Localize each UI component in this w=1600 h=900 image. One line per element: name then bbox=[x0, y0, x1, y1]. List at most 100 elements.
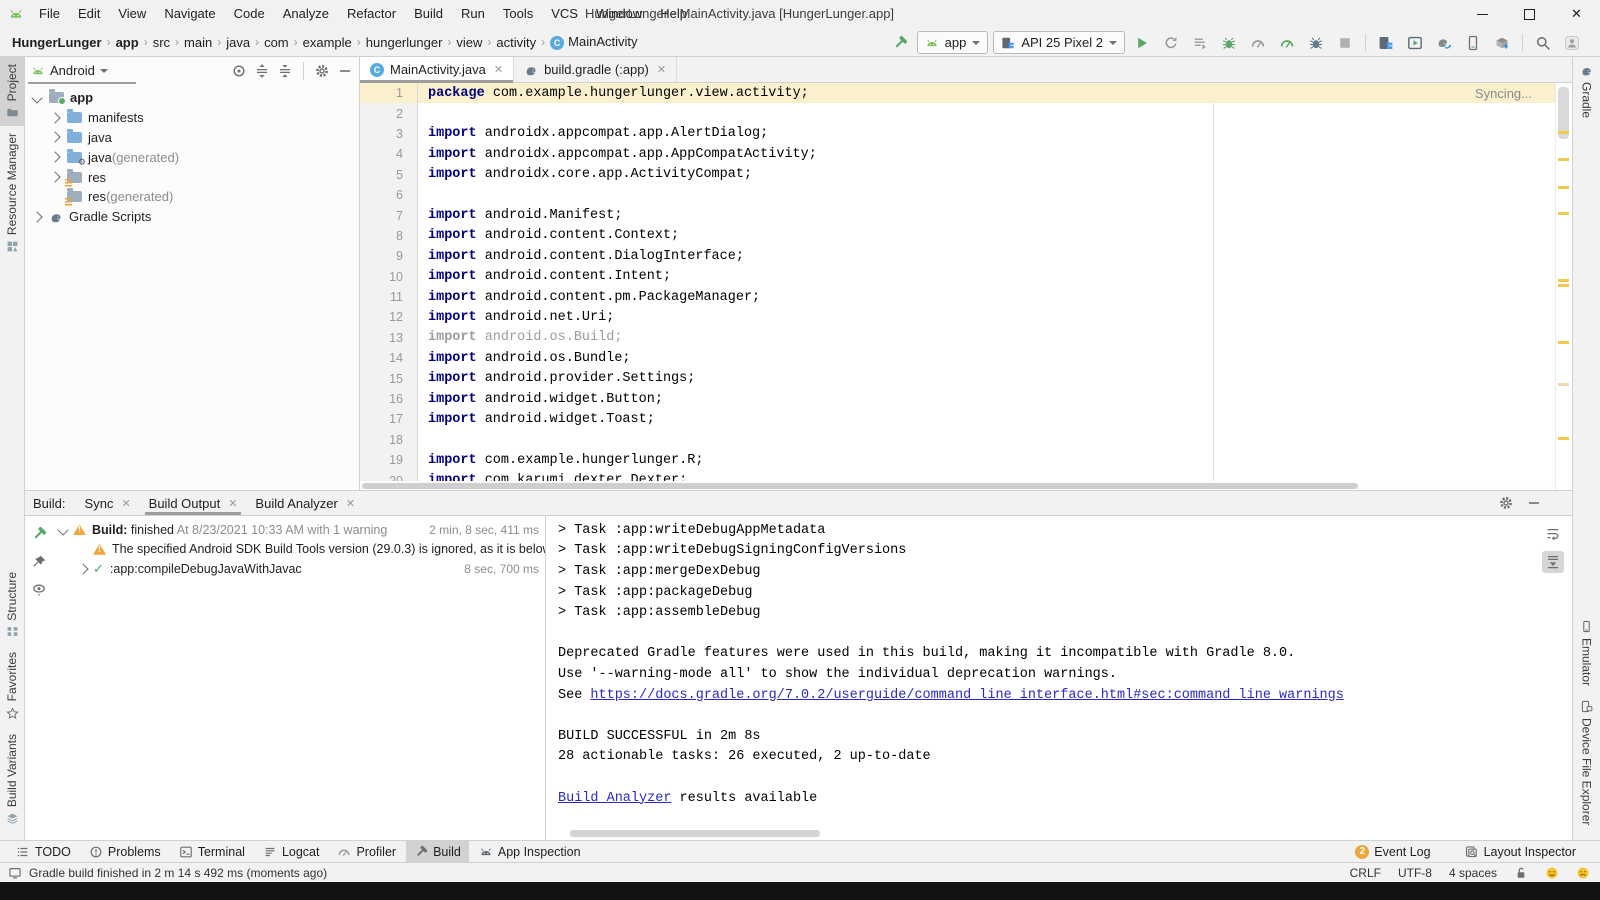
attach-debugger-button[interactable] bbox=[1304, 31, 1328, 55]
toolwindow-button-logcat[interactable]: Logcat bbox=[255, 841, 328, 862]
tree-chevron-icon[interactable] bbox=[49, 112, 61, 124]
breadcrumb-item[interactable]: activity bbox=[494, 35, 538, 50]
breadcrumb-item-class[interactable]: C MainActivity bbox=[548, 34, 639, 50]
code-editor[interactable]: 1 package com.example.hungerlunger.view.a… bbox=[360, 83, 1556, 481]
menu-view[interactable]: View bbox=[109, 0, 155, 28]
project-tree-item[interactable]: res bbox=[25, 167, 359, 187]
close-icon[interactable]: ✕ bbox=[121, 497, 130, 510]
layout-inspector-button[interactable] bbox=[1461, 31, 1485, 55]
lock-icon[interactable] bbox=[1514, 866, 1528, 880]
close-icon[interactable]: ✕ bbox=[346, 497, 355, 510]
console-horizontal-scrollbar-thumb[interactable] bbox=[570, 830, 820, 837]
toolwindow-button-layout-inspector[interactable]: Layout Inspector bbox=[1457, 841, 1584, 862]
profile-button[interactable] bbox=[1275, 31, 1299, 55]
avd-manager-button[interactable] bbox=[1403, 31, 1427, 55]
warning-stripe-mark[interactable] bbox=[1558, 279, 1569, 282]
minimize-button[interactable] bbox=[1459, 0, 1506, 28]
toolwindow-button-terminal[interactable]: Terminal bbox=[171, 841, 253, 862]
project-tree-item[interactable]: app bbox=[25, 88, 359, 108]
menu-code[interactable]: Code bbox=[225, 0, 274, 28]
attach-profiler-button[interactable] bbox=[1246, 31, 1270, 55]
tree-chevron-icon[interactable] bbox=[31, 211, 43, 223]
status-widget-utf-8[interactable]: UTF-8 bbox=[1398, 866, 1432, 880]
breadcrumb-item[interactable]: main bbox=[182, 35, 214, 50]
feedback-smile-icon[interactable] bbox=[1545, 866, 1559, 880]
stripe-tab-project[interactable]: Project bbox=[0, 57, 24, 127]
warning-stripe-mark[interactable] bbox=[1558, 437, 1569, 440]
breadcrumb-item[interactable]: view bbox=[454, 35, 484, 50]
sdk-manager-button[interactable] bbox=[1490, 31, 1514, 55]
console-link[interactable]: https://docs.gradle.org/7.0.2/userguide/… bbox=[590, 688, 1343, 703]
tree-chevron-icon[interactable] bbox=[49, 171, 61, 183]
warning-stripe-mark[interactable] bbox=[1558, 383, 1569, 386]
build-project-button[interactable] bbox=[888, 31, 912, 55]
gear-icon[interactable] bbox=[314, 63, 330, 79]
warning-stripe-mark[interactable] bbox=[1558, 284, 1569, 287]
warning-stripe-mark[interactable] bbox=[1558, 212, 1569, 215]
toolwindow-button-problems[interactable]: Problems bbox=[81, 841, 169, 862]
build-tree-row[interactable]: ! The specified Android SDK Build Tools v… bbox=[53, 540, 545, 560]
hide-panel-button[interactable] bbox=[1526, 495, 1542, 511]
breadcrumb-item[interactable]: src bbox=[151, 35, 172, 50]
stop-button[interactable] bbox=[1333, 31, 1357, 55]
scrollbar-thumb[interactable] bbox=[362, 482, 1358, 489]
toolwindow-button-event-log[interactable]: 2 Event Log bbox=[1347, 841, 1438, 862]
toolwindow-button-profiler[interactable]: Profiler bbox=[329, 841, 404, 862]
debug-button[interactable] bbox=[1217, 31, 1241, 55]
build-tree-row[interactable]: ✓:app:compileDebugJavaWithJavac 8 sec, 70… bbox=[53, 559, 545, 579]
hide-panel-button[interactable] bbox=[337, 63, 353, 79]
editor-horizontal-scrollbar[interactable] bbox=[360, 481, 1556, 490]
project-view-select[interactable]: Android bbox=[50, 63, 95, 78]
stripe-tab-build-variants[interactable]: Build Variants bbox=[0, 727, 24, 832]
menu-tools[interactable]: Tools bbox=[494, 0, 542, 28]
background-tasks-icon[interactable] bbox=[8, 866, 22, 880]
device-select[interactable]: API 25 Pixel 2 bbox=[993, 31, 1125, 54]
restore-button[interactable] bbox=[1506, 0, 1553, 28]
warning-stripe-mark[interactable] bbox=[1558, 131, 1569, 134]
toolwindow-button-app-inspection[interactable]: App Inspection bbox=[471, 841, 589, 862]
close-icon[interactable]: ✕ bbox=[494, 63, 503, 76]
project-tree-item[interactable]: Gradle Scripts bbox=[25, 207, 359, 227]
project-tree-item[interactable]: res (generated) bbox=[25, 187, 359, 207]
build-tab-build-output[interactable]: Build Output ✕ bbox=[140, 491, 247, 515]
device-manager-button[interactable] bbox=[1374, 31, 1398, 55]
breadcrumb-item[interactable]: hungerlunger bbox=[364, 35, 445, 50]
breadcrumb-item[interactable]: app bbox=[114, 35, 141, 50]
profile-avatar-button[interactable] bbox=[1560, 31, 1584, 55]
menu-analyze[interactable]: Analyze bbox=[274, 0, 338, 28]
warning-stripe-mark[interactable] bbox=[1558, 341, 1569, 344]
stripe-tab-gradle[interactable]: Gradle bbox=[1573, 57, 1600, 125]
menu-file[interactable]: File bbox=[30, 0, 69, 28]
project-tree-item[interactable]: java bbox=[25, 128, 359, 148]
chevron-down-icon[interactable] bbox=[99, 68, 108, 73]
breadcrumb-item[interactable]: HungerLunger bbox=[10, 35, 104, 50]
tree-chevron-icon[interactable] bbox=[49, 151, 61, 163]
gradle-sync-button[interactable] bbox=[1432, 31, 1456, 55]
breadcrumb-item[interactable]: com bbox=[262, 35, 291, 50]
warning-stripe-mark[interactable] bbox=[1558, 186, 1569, 189]
run-configuration-select[interactable]: app bbox=[916, 31, 989, 54]
stripe-tab-structure[interactable]: Structure bbox=[0, 565, 24, 646]
warning-stripe-mark[interactable] bbox=[1558, 158, 1569, 161]
expand-all-button[interactable] bbox=[254, 63, 270, 79]
tree-chevron-icon[interactable] bbox=[77, 563, 89, 575]
tree-chevron-icon[interactable] bbox=[49, 131, 61, 144]
build-tab-sync[interactable]: Sync ✕ bbox=[76, 491, 140, 515]
apply-changes-button[interactable] bbox=[1159, 31, 1183, 55]
collapse-all-button[interactable] bbox=[277, 63, 293, 79]
breadcrumb-item[interactable]: java bbox=[224, 35, 252, 50]
soft-wrap-button[interactable] bbox=[1542, 523, 1564, 545]
menu-build[interactable]: Build bbox=[405, 0, 452, 28]
feedback-frown-icon[interactable] bbox=[1576, 866, 1590, 880]
close-button[interactable]: ✕ bbox=[1553, 0, 1600, 28]
locate-file-button[interactable] bbox=[231, 63, 247, 79]
build-tab-build-analyzer[interactable]: Build Analyzer ✕ bbox=[246, 491, 364, 515]
gear-icon[interactable] bbox=[1498, 495, 1514, 511]
tree-chevron-icon[interactable] bbox=[57, 524, 69, 536]
menu-vcs[interactable]: VCS bbox=[542, 0, 587, 28]
console-link[interactable]: Build Analyzer bbox=[558, 791, 671, 806]
status-widget-crlf[interactable]: CRLF bbox=[1350, 866, 1381, 880]
pin-icon[interactable] bbox=[31, 554, 47, 570]
stripe-tab-favorites[interactable]: Favorites bbox=[0, 645, 24, 726]
toolwindow-button-todo[interactable]: TODO bbox=[8, 841, 79, 862]
